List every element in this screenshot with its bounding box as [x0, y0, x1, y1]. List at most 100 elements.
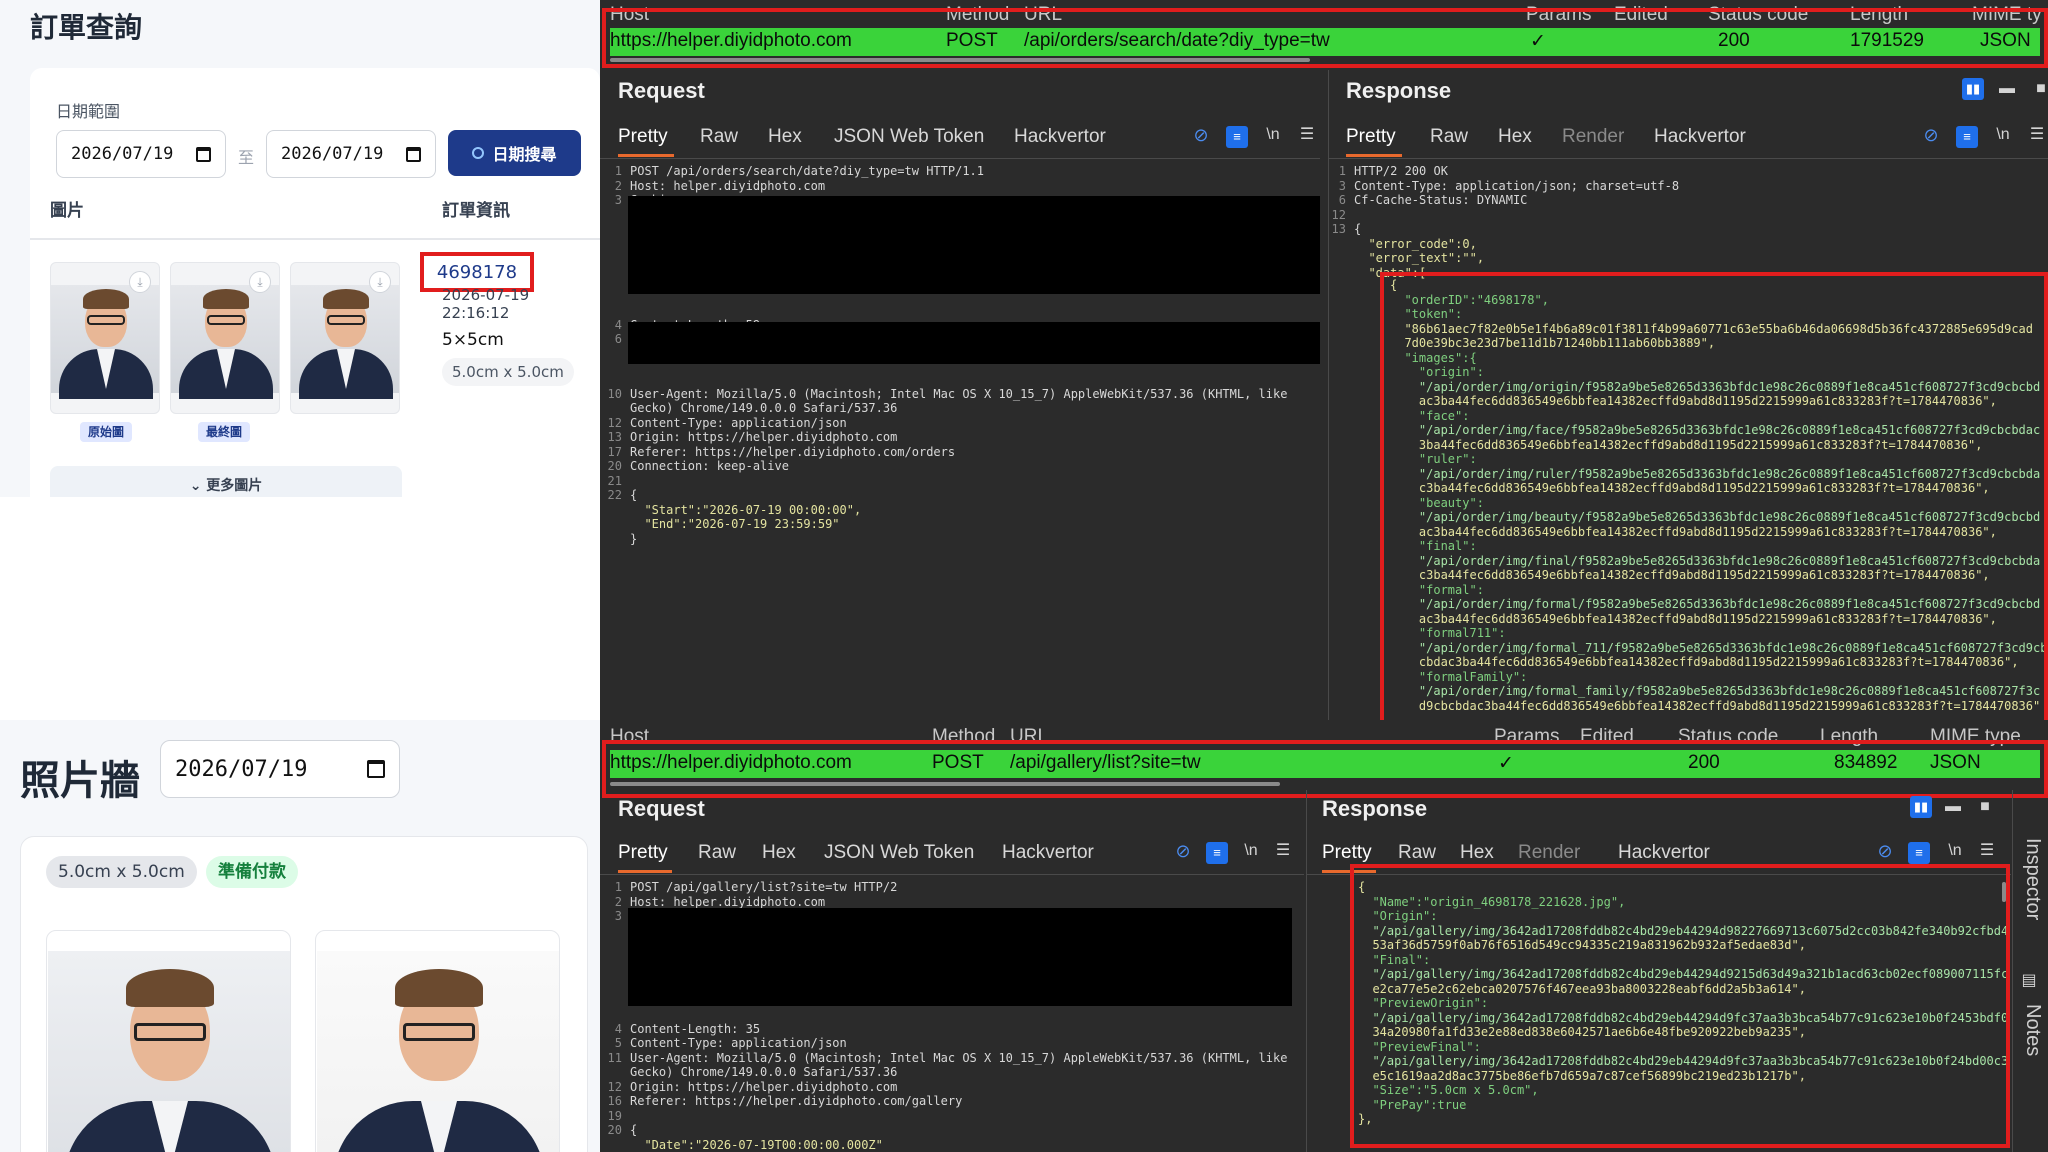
gallery-status-pill: 準備付款	[206, 856, 298, 888]
vertical-scrollbar[interactable]	[2002, 882, 2006, 902]
line-number: 16	[607, 1094, 622, 1108]
line-text: Host: helper.diyidphoto.com	[630, 178, 826, 193]
order-time: 2026-07-19 22:16:12	[442, 286, 530, 322]
newline-toggle[interactable]: \n	[1992, 124, 2014, 146]
gallery-page: 照片牆 2026/07/19 5.0cm x 5.0cm 準備付款	[0, 720, 600, 1152]
tab-pretty[interactable]: Pretty	[1322, 842, 1372, 864]
line-number: 12	[607, 415, 622, 430]
line-text: }	[630, 531, 638, 546]
calendar-icon[interactable]	[367, 760, 385, 778]
tab-jwt[interactable]: JSON Web Token	[834, 126, 984, 148]
download-icon[interactable]: ⤓	[369, 271, 391, 293]
line-text: Origin: https://helper.diyidphoto.com	[630, 1079, 898, 1094]
tab-pretty[interactable]: Pretty	[618, 126, 668, 148]
line-text: Content-Type: application/json	[630, 415, 847, 430]
order-size: 5×5cm	[442, 330, 504, 350]
response-headers[interactable]: 1 HTTP/2 200 OK 3 Content-Type: application…	[1330, 164, 2048, 280]
gallery-photo-final[interactable]	[315, 930, 560, 1152]
end-date-input[interactable]: 2026/07/19	[266, 130, 436, 178]
line-number: 20	[607, 459, 622, 473]
menu-icon[interactable]: ☰	[1272, 840, 1294, 862]
inspector-side-tab[interactable]: Inspector	[2021, 838, 2044, 920]
line-text: Connection: keep-alive	[630, 459, 789, 473]
line-number: 12	[607, 1079, 622, 1094]
annotation-box-response	[1380, 272, 2048, 720]
wrap-lines-icon[interactable]: ≡	[1226, 126, 1248, 148]
wrap-lines-icon[interactable]: ≡	[1206, 842, 1228, 864]
gallery-photo-original[interactable]	[46, 930, 291, 1152]
tab-separator	[600, 158, 1320, 159]
start-date-input[interactable]: 2026/07/19	[56, 130, 226, 178]
calendar-icon[interactable]	[406, 146, 421, 162]
line-number: 1	[1338, 164, 1346, 178]
tab-hex[interactable]: Hex	[1460, 842, 1494, 864]
line-number: 19	[607, 1108, 622, 1123]
tab-raw[interactable]: Raw	[700, 126, 738, 148]
page-title: 訂單查詢	[30, 11, 143, 44]
gallery-date-input[interactable]: 2026/07/19	[160, 740, 400, 798]
request-pane-title: Request	[618, 78, 705, 103]
tab-hex[interactable]: Hex	[768, 126, 802, 148]
tab-pretty[interactable]: Pretty	[1346, 126, 1396, 148]
thumbnail-final[interactable]: ⤓	[170, 262, 280, 414]
tab-pretty[interactable]: Pretty	[618, 842, 668, 864]
tab-hackvertor[interactable]: Hackvertor	[1654, 126, 1746, 148]
hide-icon[interactable]: ⊘	[1920, 124, 1942, 146]
wrap-lines-icon[interactable]: ≡	[1956, 126, 1978, 148]
tab-raw[interactable]: Raw	[698, 842, 736, 864]
date-search-button[interactable]: 日期搜尋	[448, 130, 581, 176]
pane-divider[interactable]	[1328, 70, 1329, 720]
tab-hex[interactable]: Hex	[762, 842, 796, 864]
line-number: 21	[607, 473, 622, 488]
menu-icon[interactable]: ☰	[1296, 124, 1318, 146]
tab-jwt[interactable]: JSON Web Token	[824, 842, 974, 864]
download-icon[interactable]: ⤓	[249, 271, 271, 293]
tab-hackvertor[interactable]: Hackvertor	[1002, 842, 1094, 864]
hide-icon[interactable]: ⊘	[1874, 840, 1896, 862]
line-text: POST /api/orders/search/date?diy_type=tw…	[630, 164, 985, 178]
response-pane-title: Response	[1346, 78, 1452, 103]
thumbnail-original[interactable]: ⤓	[50, 262, 160, 414]
tab-render[interactable]: Render	[1562, 126, 1624, 148]
notes-side-tab[interactable]: Notes	[2021, 1004, 2044, 1056]
line-number: 4	[614, 1021, 622, 1036]
layout-single-icon[interactable]: ■	[1974, 796, 1996, 818]
pane-divider[interactable]	[1306, 790, 1307, 1152]
tab-hackvertor[interactable]: Hackvertor	[1618, 842, 1710, 864]
wrap-lines-icon[interactable]: ≡	[1908, 842, 1930, 864]
thumbnail-formal[interactable]: ⤓	[290, 262, 400, 414]
hide-icon[interactable]: ⊘	[1190, 124, 1212, 146]
notes-icon[interactable]: ▤	[2018, 970, 2040, 992]
start-date-value: 2026/07/19	[71, 144, 174, 164]
layout-split-icon[interactable]: ▮▮	[1962, 78, 1984, 100]
line-text: Referer: https://helper.diyidphoto.com/o…	[630, 444, 956, 459]
newline-toggle[interactable]: \n	[1262, 124, 1284, 146]
tab-render[interactable]: Render	[1518, 842, 1580, 864]
side-panel-divider	[2012, 790, 2013, 1152]
line-number: 1	[614, 880, 622, 894]
layout-split-icon[interactable]: ▮▮	[1910, 796, 1932, 818]
menu-icon[interactable]: ☰	[2026, 124, 2048, 146]
redacted-token	[628, 322, 1320, 364]
download-icon[interactable]: ⤓	[129, 271, 151, 293]
newline-toggle[interactable]: \n	[1240, 840, 1262, 862]
line-text: {	[630, 1123, 638, 1137]
more-images-button[interactable]: ⌄ 更多圖片	[50, 466, 402, 497]
menu-icon[interactable]: ☰	[1976, 840, 1998, 862]
line-number: 1	[614, 164, 622, 178]
tab-hackvertor[interactable]: Hackvertor	[1014, 126, 1106, 148]
portrait-image	[48, 951, 290, 1152]
calendar-icon[interactable]	[196, 146, 211, 162]
response-pane-title: Response	[1322, 796, 1428, 821]
layout-rows-icon[interactable]: ▬	[1996, 78, 2018, 100]
newline-toggle[interactable]: \n	[1944, 840, 1966, 862]
layout-rows-icon[interactable]: ▬	[1942, 796, 1964, 818]
search-icon	[472, 147, 485, 159]
layout-single-icon[interactable]: ■	[2030, 78, 2048, 100]
portrait-image	[51, 285, 159, 399]
tab-raw[interactable]: Raw	[1430, 126, 1468, 148]
tab-hex[interactable]: Hex	[1498, 126, 1532, 148]
line-number: 3	[614, 193, 622, 207]
hide-icon[interactable]: ⊘	[1172, 840, 1194, 862]
tab-raw[interactable]: Raw	[1398, 842, 1436, 864]
